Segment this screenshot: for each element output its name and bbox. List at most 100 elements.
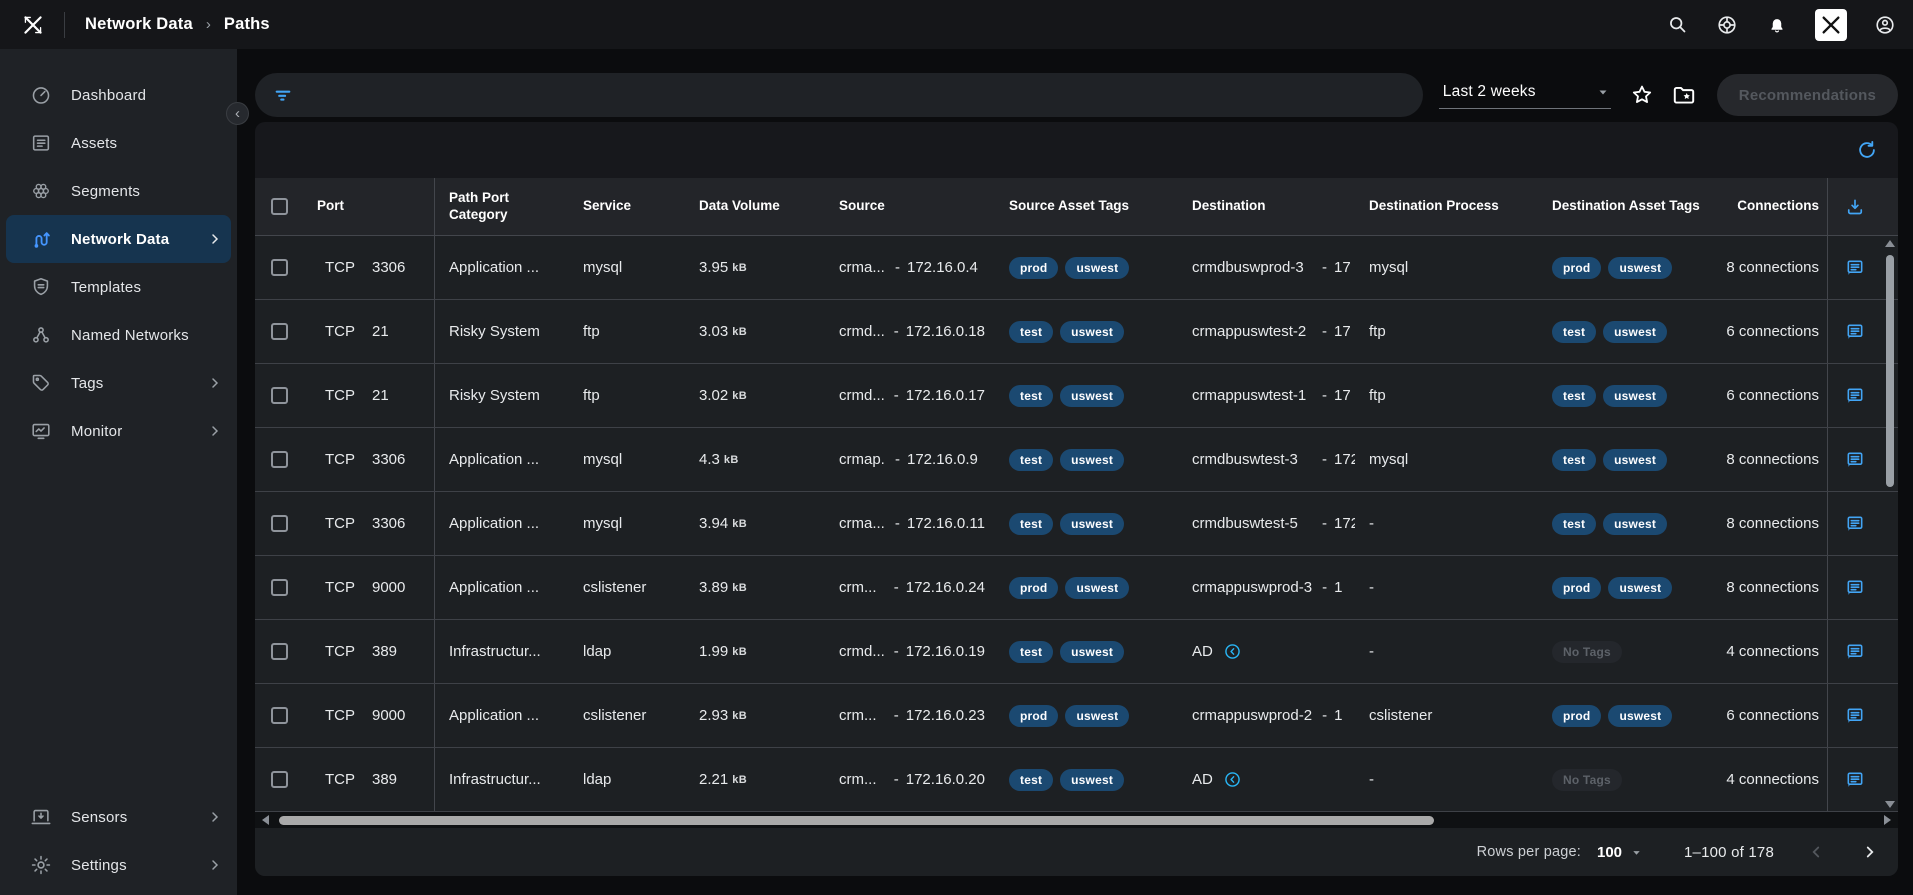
paths-table-card: Port Path Port Category Service Data Vol… bbox=[255, 122, 1898, 876]
sidebar-item-dashboard[interactable]: Dashboard bbox=[0, 71, 237, 119]
connections-cell: 6 connections bbox=[1715, 323, 1827, 340]
app-logo-icon[interactable] bbox=[16, 10, 50, 40]
favorite-star-icon[interactable] bbox=[1625, 78, 1659, 112]
row-checkbox[interactable] bbox=[271, 643, 288, 660]
filter-text-field[interactable] bbox=[305, 87, 1405, 104]
row-checkbox[interactable] bbox=[271, 707, 288, 724]
port-number: 389 bbox=[372, 643, 397, 660]
monitor-icon bbox=[30, 420, 52, 442]
row-checkbox[interactable] bbox=[271, 387, 288, 404]
column-header-source-asset-tags[interactable]: Source Asset Tags bbox=[995, 198, 1178, 215]
ip-separator: - bbox=[894, 387, 899, 404]
org-logo-badge[interactable] bbox=[1815, 9, 1847, 41]
path-insights-icon[interactable] bbox=[1845, 706, 1865, 726]
filter-input[interactable] bbox=[255, 73, 1423, 117]
sidebar-item-segments[interactable]: Segments bbox=[0, 167, 237, 215]
column-header-connections[interactable]: Connections bbox=[1715, 198, 1827, 215]
row-checkbox[interactable] bbox=[271, 451, 288, 468]
path-insights-icon[interactable] bbox=[1845, 322, 1865, 342]
select-all-checkbox[interactable] bbox=[271, 198, 288, 215]
table-body: TCP 3306 Application ... mysql 3.95 kB c… bbox=[255, 236, 1898, 812]
breadcrumb-section[interactable]: Network Data bbox=[85, 15, 193, 34]
row-checkbox[interactable] bbox=[271, 579, 288, 596]
source-ip: 172.16.0.4 bbox=[907, 259, 978, 276]
search-icon[interactable] bbox=[1665, 13, 1689, 37]
destination-name: AD bbox=[1192, 643, 1213, 660]
path-insights-icon[interactable] bbox=[1845, 642, 1865, 662]
previous-page-button[interactable] bbox=[1804, 840, 1828, 864]
sidebar: Dashboard Assets Segments bbox=[0, 49, 237, 895]
path-insights-icon[interactable] bbox=[1845, 514, 1865, 534]
row-checkbox[interactable] bbox=[271, 259, 288, 276]
source-name: crma... bbox=[839, 259, 885, 276]
port-protocol: TCP bbox=[325, 259, 355, 276]
table-row: TCP 3306 Application ... mysql 4.3 kB cr… bbox=[255, 428, 1898, 492]
column-header-destination-process[interactable]: Destination Process bbox=[1355, 198, 1538, 215]
row-checkbox[interactable] bbox=[271, 515, 288, 532]
port-protocol: TCP bbox=[325, 643, 355, 660]
column-header-data-volume[interactable]: Data Volume bbox=[685, 198, 825, 215]
destination-process-cell: cslistener bbox=[1355, 707, 1538, 724]
help-icon[interactable] bbox=[1715, 13, 1739, 37]
port-cell: TCP 3306 bbox=[303, 236, 435, 299]
sidebar-item-monitor[interactable]: Monitor bbox=[0, 407, 237, 455]
sidebar-item-tags[interactable]: Tags bbox=[0, 359, 237, 407]
path-insights-icon[interactable] bbox=[1845, 770, 1865, 790]
sidebar-item-network-data[interactable]: Network Data bbox=[6, 215, 231, 263]
no-tags-pill: No Tags bbox=[1552, 641, 1622, 663]
rows-per-page-select[interactable]: 100 bbox=[1597, 844, 1642, 861]
port-cell: TCP 21 bbox=[303, 300, 435, 363]
download-icon[interactable] bbox=[1845, 197, 1865, 217]
ad-expand-icon[interactable] bbox=[1223, 770, 1242, 789]
ip-separator: - bbox=[1322, 387, 1327, 404]
asset-tag-pill: uswest bbox=[1603, 321, 1667, 343]
column-header-source[interactable]: Source bbox=[825, 198, 995, 215]
horizontal-scrollbar-track[interactable] bbox=[275, 816, 1878, 825]
sidebar-item-named-networks[interactable]: Named Networks bbox=[0, 311, 237, 359]
sidebar-item-settings[interactable]: Settings bbox=[0, 841, 237, 889]
refresh-icon[interactable] bbox=[1854, 137, 1880, 163]
path-insights-icon[interactable] bbox=[1845, 578, 1865, 598]
column-header-port[interactable]: Port bbox=[303, 178, 435, 235]
column-header-destination[interactable]: Destination bbox=[1178, 198, 1355, 215]
scroll-down-arrow-icon[interactable] bbox=[1885, 801, 1895, 808]
filter-icon bbox=[273, 85, 293, 105]
ad-expand-icon[interactable] bbox=[1223, 642, 1242, 661]
next-page-button[interactable] bbox=[1858, 840, 1882, 864]
destination-process-cell: - bbox=[1355, 643, 1538, 660]
column-header-path-port-category[interactable]: Path Port Category bbox=[435, 190, 569, 224]
data-volume-cell: 3.89 kB bbox=[685, 579, 825, 596]
source-cell: crmd... -172.16.0.17 bbox=[825, 387, 995, 404]
recommendations-button[interactable]: Recommendations bbox=[1717, 74, 1898, 116]
saved-filters-folder-icon[interactable] bbox=[1667, 78, 1701, 112]
horizontal-scrollbar[interactable] bbox=[255, 812, 1898, 828]
table-row: TCP 21 Risky System ftp 3.02 kB crmd... … bbox=[255, 364, 1898, 428]
sidebar-item-assets[interactable]: Assets bbox=[0, 119, 237, 167]
notifications-bell-icon[interactable] bbox=[1765, 13, 1789, 37]
path-insights-icon[interactable] bbox=[1845, 450, 1865, 470]
account-icon[interactable] bbox=[1873, 13, 1897, 37]
date-range-select[interactable]: Last 2 weeks bbox=[1439, 81, 1611, 109]
vertical-scrollbar[interactable] bbox=[1885, 236, 1895, 812]
sidebar-collapse-button[interactable]: ‹ bbox=[226, 102, 249, 125]
scroll-up-arrow-icon[interactable] bbox=[1885, 240, 1895, 247]
scroll-left-arrow-icon[interactable] bbox=[262, 815, 269, 825]
service-cell: ftp bbox=[569, 387, 685, 404]
path-actions-cell bbox=[1827, 364, 1881, 427]
row-checkbox[interactable] bbox=[271, 323, 288, 340]
service-cell: mysql bbox=[569, 515, 685, 532]
column-header-service[interactable]: Service bbox=[569, 198, 685, 215]
sidebar-item-templates[interactable]: Templates bbox=[0, 263, 237, 311]
column-header-destination-asset-tags[interactable]: Destination Asset Tags bbox=[1538, 198, 1715, 215]
path-insights-icon[interactable] bbox=[1845, 258, 1865, 278]
sidebar-item-sensors[interactable]: Sensors bbox=[0, 793, 237, 841]
source-ip: 172.16.0.23 bbox=[906, 707, 985, 724]
asset-tag-pill: test bbox=[1552, 321, 1596, 343]
vertical-scrollbar-thumb[interactable] bbox=[1886, 255, 1894, 487]
path-port-category-cell: Infrastructur... bbox=[435, 643, 569, 660]
row-checkbox[interactable] bbox=[271, 771, 288, 788]
scroll-right-arrow-icon[interactable] bbox=[1884, 815, 1891, 825]
sidebar-item-label: Sensors bbox=[71, 809, 207, 826]
path-insights-icon[interactable] bbox=[1845, 386, 1865, 406]
horizontal-scrollbar-thumb[interactable] bbox=[279, 816, 1434, 825]
